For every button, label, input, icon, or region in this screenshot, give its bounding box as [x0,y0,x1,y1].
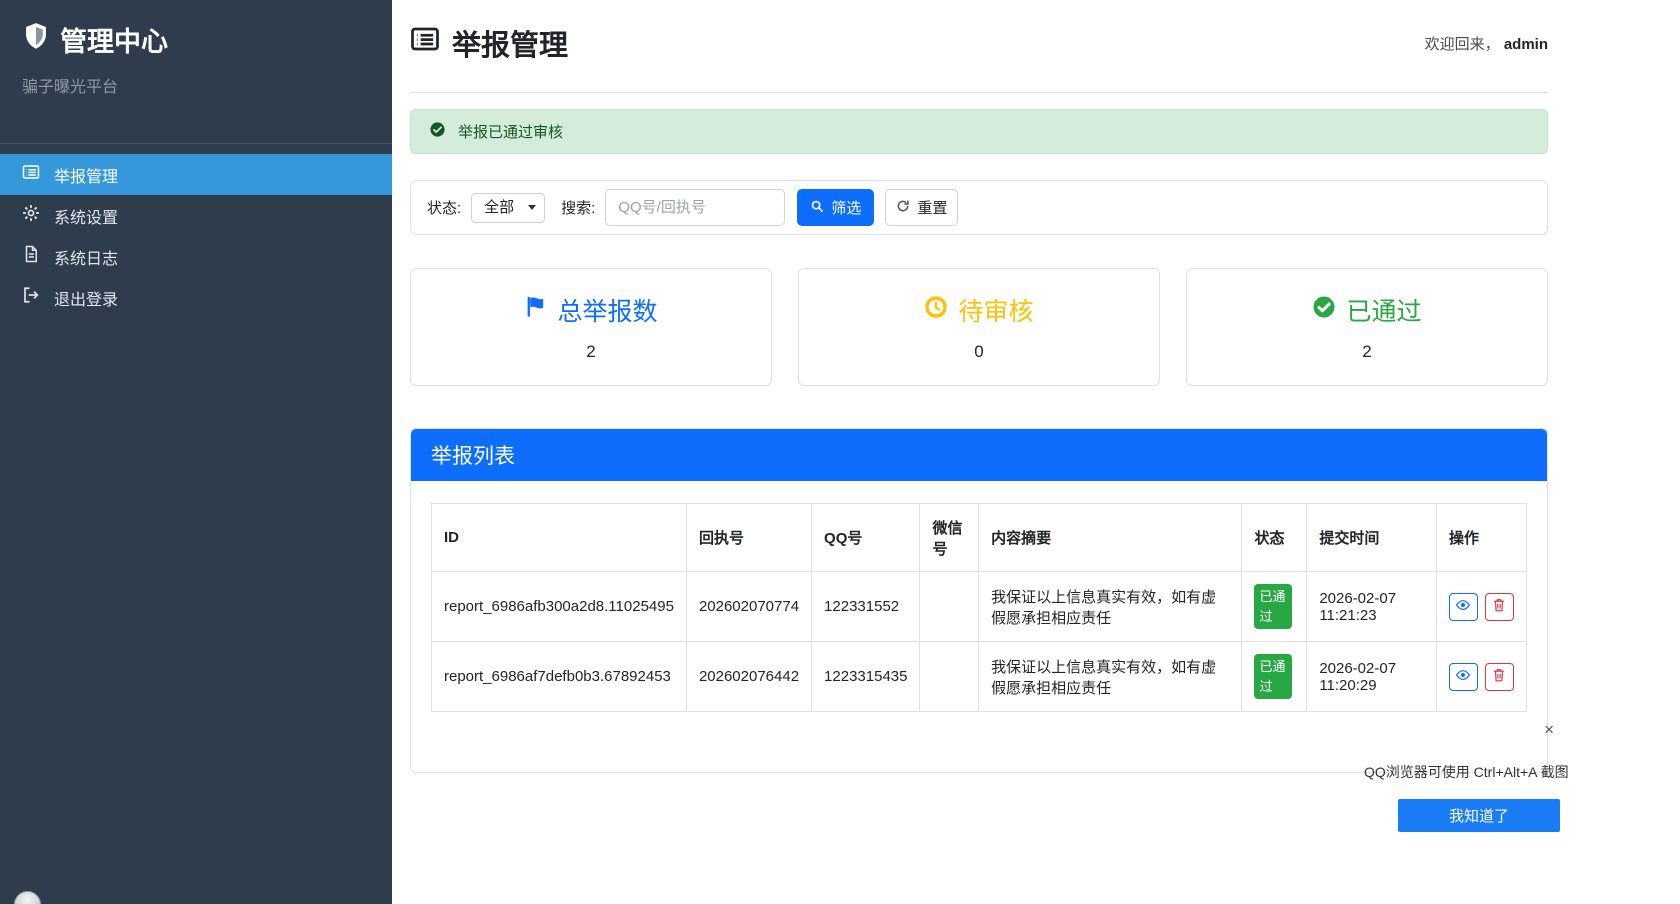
success-alert: 举报已通过审核 [410,109,1548,154]
username: admin [1504,36,1548,53]
logout-icon [22,286,40,309]
cell-status: 已通过 [1242,642,1307,712]
flag-icon [524,295,547,325]
cell-report-id: report_6986af7defb0b3.67892453 [432,642,687,712]
table-row: report_6986afb300a2d8.11025495 202602070… [432,572,1527,642]
table-row: report_6986af7defb0b3.67892453 202602076… [432,642,1527,712]
cell-receipt: 202602070774 [686,572,811,642]
qq-screenshot-toast: × QQ浏览器可使用 Ctrl+Alt+A 截图 我知道了 [1364,721,1560,832]
sidebar-item-label: 系统设置 [54,204,118,228]
stat-card-total-reports: 总举报数 2 [410,268,772,386]
cell-wechat [920,572,979,642]
refresh-icon [896,199,910,217]
list-icon [410,24,440,62]
sidebar-item-system-logs[interactable]: 系统日志 [0,236,392,277]
cell-status: 已通过 [1242,572,1307,642]
status-select[interactable]: 全部 [471,193,545,223]
stat-card-pending: 待审核 0 [798,268,1160,386]
file-icon [22,245,40,268]
list-icon [22,163,40,186]
column-header-id: ID [432,504,687,572]
page-title: 举报管理 [410,22,568,64]
app-subtitle: 骗子曝光平台 [22,73,370,97]
stat-value: 2 [1362,342,1371,362]
cell-report-id: report_6986afb300a2d8.11025495 [432,572,687,642]
delete-button[interactable] [1485,593,1514,621]
stat-label: 待审核 [958,292,1033,328]
sidebar-nav: 举报管理 系统设置 系统日志 退出登录 [0,143,392,318]
toast-message: QQ浏览器可使用 Ctrl+Alt+A 截图 [1364,762,1560,782]
column-header-time: 提交时间 [1307,504,1437,572]
trash-icon [1492,668,1506,686]
got-it-button[interactable]: 我知道了 [1398,799,1560,832]
app-logo: 管理中心 [22,20,370,59]
column-header-qq: QQ号 [812,504,920,572]
table-header-row: ID 回执号 QQ号 微信号 内容摘要 状态 提交时间 操作 [432,504,1527,572]
cell-receipt: 202602076442 [686,642,811,712]
search-label: 搜索: [561,197,595,218]
eye-icon [1455,597,1471,617]
search-icon [810,199,824,217]
cell-wechat [920,642,979,712]
trash-icon [1492,598,1506,616]
main-content: 举报管理 欢迎回来， admin 举报已通过审核 状态: 全部 搜索: 筛选 [392,0,1680,773]
reset-button[interactable]: 重置 [885,189,958,226]
gear-icon [22,204,40,227]
view-button[interactable] [1449,663,1478,691]
search-input[interactable] [605,189,785,226]
app-title: 管理中心 [60,20,168,59]
status-badge: 已通过 [1254,584,1292,629]
stat-value: 2 [586,342,595,362]
sidebar-item-report-management[interactable]: 举报管理 [0,154,392,195]
sidebar-item-label: 举报管理 [54,163,118,187]
eye-icon [1455,667,1471,687]
stat-card-approved: 已通过 2 [1186,268,1548,386]
stat-label: 总举报数 [557,292,657,328]
column-header-status: 状态 [1242,504,1307,572]
stat-cards: 总举报数 2 待审核 0 已通过 2 [410,268,1548,386]
view-button[interactable] [1449,593,1478,621]
shield-icon [22,22,50,57]
column-header-operations: 操作 [1436,504,1526,572]
column-header-summary: 内容摘要 [979,504,1242,572]
status-badge: 已通过 [1254,654,1292,699]
close-icon[interactable]: × [1544,721,1554,738]
stat-value: 0 [974,342,983,362]
sidebar-item-label: 系统日志 [54,245,118,269]
welcome-text: 欢迎回来， admin [1425,33,1548,54]
sidebar-item-label: 退出登录 [54,286,118,310]
stat-label: 已通过 [1346,292,1421,328]
cell-operations [1436,572,1526,642]
report-list-header: 举报列表 [411,429,1547,481]
filter-bar: 状态: 全部 搜索: 筛选 重置 [410,180,1548,235]
alert-message: 举报已通过审核 [458,121,563,142]
cell-qq: 1223315435 [812,642,920,712]
check-circle-icon [429,121,446,142]
report-table: ID 回执号 QQ号 微信号 内容摘要 状态 提交时间 操作 report_69… [431,503,1527,712]
cell-qq: 122331552 [812,572,920,642]
floating-widget[interactable] [14,891,41,904]
column-header-receipt: 回执号 [686,504,811,572]
page-header: 举报管理 欢迎回来， admin [410,0,1548,93]
check-circle-icon [1312,295,1336,326]
cell-time: 2026-02-07 11:20:29 [1307,642,1437,712]
filter-button[interactable]: 筛选 [797,189,874,226]
cell-summary: 我保证以上信息真实有效，如有虚假愿承担相应责任 [979,572,1242,642]
sidebar: 管理中心 骗子曝光平台 举报管理 系统设置 系统日志 退出登录 [0,0,392,904]
sidebar-item-logout[interactable]: 退出登录 [0,277,392,318]
clock-icon [924,295,948,326]
cell-operations [1436,642,1526,712]
cell-time: 2026-02-07 11:21:23 [1307,572,1437,642]
status-label: 状态: [427,197,461,218]
cell-summary: 我保证以上信息真实有效，如有虚假愿承担相应责任 [979,642,1242,712]
sidebar-item-system-settings[interactable]: 系统设置 [0,195,392,236]
delete-button[interactable] [1485,663,1514,691]
column-header-wechat: 微信号 [920,504,979,572]
